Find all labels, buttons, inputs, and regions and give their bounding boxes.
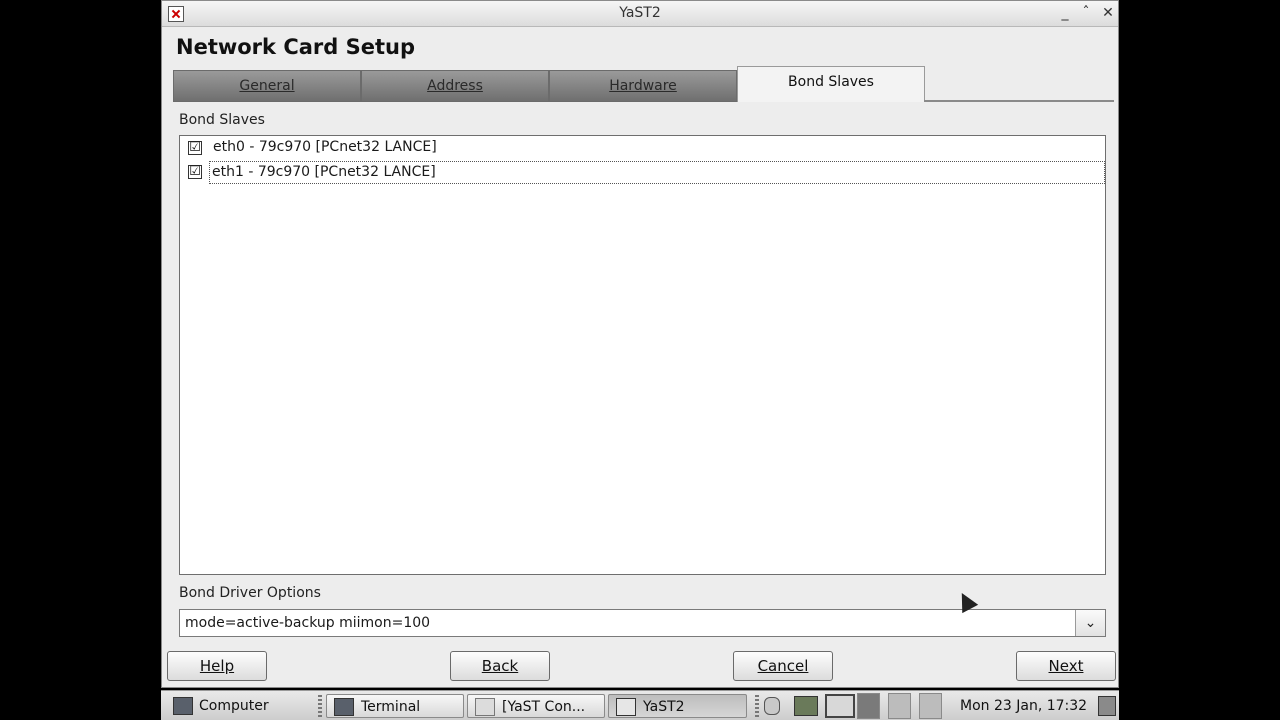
close-icon[interactable]: ✕ [1099, 4, 1117, 22]
tab-general-label: General [239, 78, 295, 94]
yast2-window: YaST2 _ ˆ ✕ Network Card Setup General A… [161, 0, 1119, 688]
workspace-switcher-icon[interactable] [825, 694, 855, 718]
computer-icon [173, 697, 193, 715]
tab-general[interactable]: General [173, 70, 361, 102]
window-titlebar[interactable]: YaST2 _ ˆ ✕ [162, 1, 1118, 27]
list-item[interactable]: ☑ eth0 - 79c970 [PCnet32 LANCE] [181, 137, 1104, 160]
tab-hardware[interactable]: Hardware [549, 70, 737, 102]
back-button-label: Back [481, 657, 519, 675]
task-terminal[interactable]: Terminal [326, 694, 464, 718]
tab-hardware-label: Hardware [609, 78, 677, 94]
checkbox-eth1[interactable]: ☑ [188, 165, 202, 179]
cancel-button[interactable]: Cancel [733, 651, 833, 681]
task-yast2[interactable]: YaST2 [608, 694, 747, 718]
taskbar: Computer Terminal [YaST Con... YaST2 Mon… [161, 690, 1119, 720]
taskbar-grip[interactable] [755, 695, 759, 717]
show-desktop-icon[interactable] [1098, 696, 1116, 716]
yast-control-icon [475, 698, 495, 716]
computer-menu-label: Computer [199, 698, 269, 714]
back-button[interactable]: Back [450, 651, 550, 681]
task-label: [YaST Con... [502, 699, 586, 715]
bond-slaves-list[interactable]: ☑ eth0 - 79c970 [PCnet32 LANCE] eth1 - 7… [179, 135, 1106, 575]
bond-driver-options-combo[interactable]: mode=active-backup miimon=100 ⌄ [179, 609, 1106, 637]
page-title: Network Card Setup [176, 35, 415, 59]
next-button-label: Next [1048, 657, 1084, 675]
next-button[interactable]: Next [1016, 651, 1116, 681]
window-title: YaST2 [619, 5, 661, 21]
tab-address[interactable]: Address [361, 70, 549, 102]
tab-bond-slaves-label: Bond Slaves [788, 74, 874, 90]
yast2-icon [616, 698, 636, 716]
bond-driver-options-label: Bond Driver Options [179, 585, 321, 601]
list-item[interactable]: eth1 - 79c970 [PCnet32 LANCE] [209, 161, 1105, 184]
maximize-icon[interactable]: ˆ [1077, 4, 1095, 22]
workspace-1[interactable] [857, 693, 880, 719]
help-button[interactable]: Help [167, 651, 267, 681]
display-icon[interactable] [794, 696, 818, 716]
workspace-3[interactable] [919, 693, 942, 719]
help-button-label: Help [199, 657, 235, 675]
computer-menu[interactable]: Computer [167, 694, 269, 718]
minimize-icon[interactable]: _ [1056, 4, 1074, 22]
workspace-2[interactable] [888, 693, 911, 719]
list-item-label: eth1 - 79c970 [PCnet32 LANCE] [212, 164, 436, 180]
task-yast-control-center[interactable]: [YaST Con... [467, 694, 605, 718]
chevron-down-icon[interactable]: ⌄ [1075, 610, 1105, 636]
cancel-button-label: Cancel [757, 657, 809, 675]
clock[interactable]: Mon 23 Jan, 17:32 [960, 694, 1087, 718]
tab-baseline [924, 100, 1114, 102]
list-item-label: eth0 - 79c970 [PCnet32 LANCE] [213, 139, 437, 155]
task-label: Terminal [361, 699, 421, 715]
terminal-icon [334, 698, 354, 716]
network-icon[interactable] [764, 697, 780, 715]
bond-slaves-label: Bond Slaves [179, 112, 265, 128]
task-label: YaST2 [643, 699, 685, 715]
tab-address-label: Address [427, 78, 483, 94]
tab-bond-slaves[interactable]: Bond Slaves [737, 66, 925, 102]
taskbar-grip[interactable] [318, 695, 322, 717]
bond-driver-options-value[interactable]: mode=active-backup miimon=100 [185, 615, 430, 631]
checkbox-eth0[interactable]: ☑ [188, 141, 202, 155]
